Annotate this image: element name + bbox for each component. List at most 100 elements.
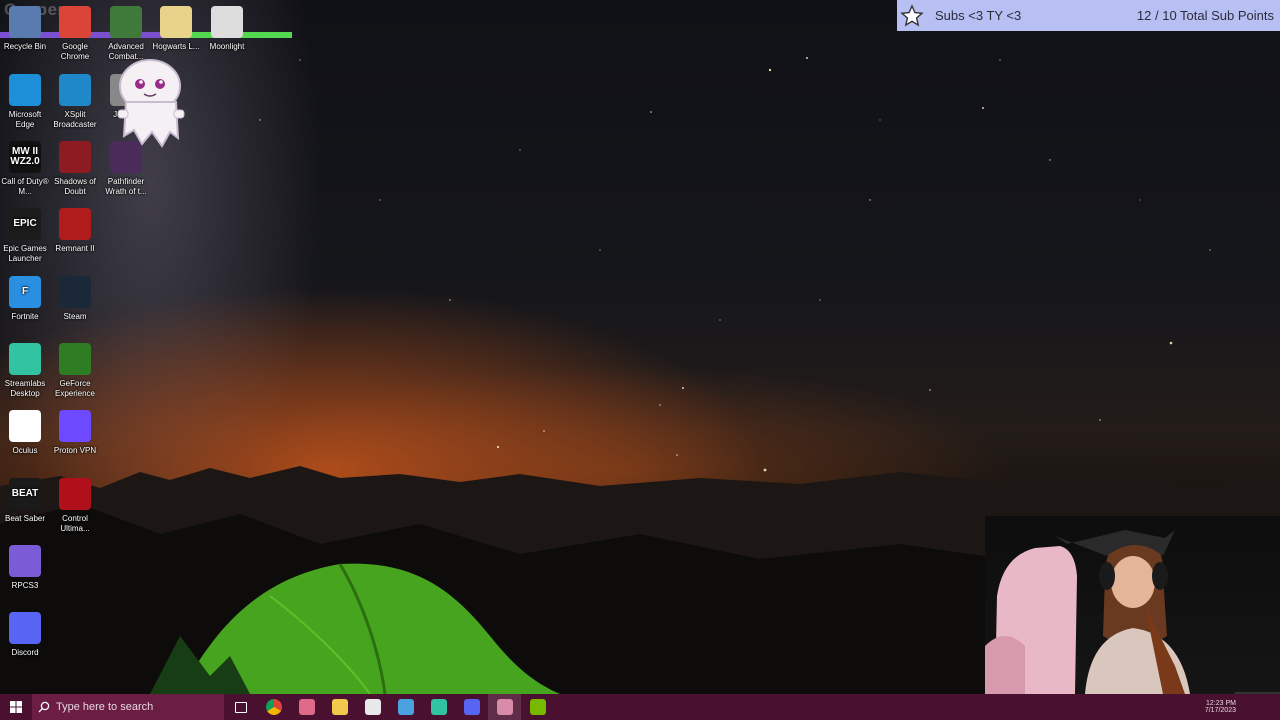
desktop-icon-google-chrome[interactable]: Google Chrome — [50, 6, 100, 62]
taskbar-nvidia-button[interactable] — [521, 694, 554, 720]
desktop-icon-label: Oculus — [12, 446, 38, 455]
advanced-combat-icon — [110, 6, 142, 38]
beat-saber-icon: BEAT — [9, 478, 41, 510]
taskbar-paint-app-button[interactable] — [290, 694, 323, 720]
desktop-icon-label: Google Chrome — [60, 42, 90, 61]
taskbar-file-explorer-button[interactable] — [323, 694, 356, 720]
desktop-icon-label: Streamlabs Desktop — [4, 379, 46, 398]
desktop-icon-label: Epic Games Launcher — [3, 244, 47, 263]
oculus-icon — [9, 410, 41, 442]
desktop-icon-label: Hogwarts L... — [152, 42, 200, 51]
taskbar-app-list — [224, 694, 554, 720]
desktop-icon-streamlabs-desktop[interactable]: Streamlabs Desktop — [0, 343, 50, 399]
star-icon — [897, 0, 927, 31]
shadows-of-doubt-icon — [59, 141, 91, 173]
desktop-icon-microsoft-edge[interactable]: Microsoft Edge — [0, 74, 50, 130]
desktop-icon-label: RPCS3 — [11, 581, 39, 590]
desktop-icon-steam[interactable]: Steam — [50, 276, 100, 322]
desktop-icon-proton-vpn[interactable]: Proton VPN — [50, 410, 100, 456]
desktop-icon-shadows-of-doubt[interactable]: Shadows of Doubt — [50, 141, 100, 197]
store-icon — [364, 699, 381, 715]
nvidia-icon — [529, 699, 546, 715]
steam-icon — [397, 699, 414, 715]
proton-vpn-icon — [59, 410, 91, 442]
google-chrome-icon — [59, 6, 91, 38]
desktop-icon-label: Proton VPN — [53, 446, 97, 455]
green-tent — [150, 563, 560, 694]
chrome-icon — [265, 699, 282, 715]
microsoft-edge-icon — [9, 74, 41, 106]
streamlabs-icon — [430, 699, 447, 715]
desktop-icon-discord[interactable]: Discord — [0, 612, 50, 658]
windows-taskbar: Type here to search 12:23 PM 7/17/2023 — [0, 694, 1280, 720]
desktop-icon-epic-games-launcher[interactable]: EPIC Epic Games Launcher — [0, 208, 50, 264]
desktop-icon-label: Discord — [11, 648, 39, 657]
fortnite-icon: F — [9, 276, 41, 308]
taskbar-chrome-button[interactable] — [257, 694, 290, 720]
start-button[interactable] — [0, 694, 32, 720]
desktop-icon-recycle-bin[interactable]: Recycle Bin — [0, 6, 50, 52]
taskbar-store-button[interactable] — [356, 694, 389, 720]
desktop-icon-label: Microsoft Edge — [8, 110, 42, 129]
desktop-icon-rpcs3[interactable]: RPCS3 — [0, 545, 50, 591]
taskbar-task-view-button[interactable] — [224, 694, 257, 720]
call-of-duty-icon: MW II WZ2.0 — [9, 141, 41, 173]
discord-icon — [9, 612, 41, 644]
notification-area[interactable] — [1236, 694, 1280, 720]
desktop-icon-beat-saber[interactable]: BEAT Beat Saber — [0, 478, 50, 524]
ghost-mascot-overlay — [117, 59, 185, 148]
paint-app-icon — [298, 699, 315, 715]
taskbar-streamlabs-button[interactable] — [422, 694, 455, 720]
sub-goal-target: / 10 Total Sub Points — [1154, 8, 1274, 23]
desktop-icon-hogwarts-legacy[interactable]: Hogwarts L... — [151, 6, 201, 52]
xsplit-broadcaster-icon — [59, 74, 91, 106]
desktop-icon-call-of-duty[interactable]: MW II WZ2.0 Call of Duty® M... — [0, 141, 50, 197]
desktop-icon-remnant-2[interactable]: Remnant II — [50, 208, 100, 254]
desktop-icon-label: Beat Saber — [4, 514, 46, 523]
sub-goal-count: 12 / 10 Total Sub Points — [1137, 8, 1274, 23]
desktop-icon-label: Call of Duty® M... — [1, 177, 49, 196]
discord-icon — [463, 699, 480, 715]
hogwarts-legacy-icon — [160, 6, 192, 38]
steam-icon — [59, 276, 91, 308]
sub-goal-current: 12 — [1136, 8, 1152, 23]
epic-games-launcher-icon: EPIC — [9, 208, 41, 240]
clock-time: 12:23 PM — [1206, 700, 1236, 707]
streamlabs-desktop-icon — [9, 343, 41, 375]
taskbar-steam-button[interactable] — [389, 694, 422, 720]
desktop-icon-label: XSplit Broadcaster — [53, 110, 97, 129]
sub-goal-title: Subs <3 TY <3 — [935, 8, 1022, 23]
clock-date: 7/17/2023 — [1204, 707, 1236, 714]
desktop-icon-label: Shadows of Doubt — [54, 177, 96, 196]
desktop-icon-label: Steam — [63, 312, 87, 321]
control-ultimate-icon — [59, 478, 91, 510]
desktop-icon-label: Remnant II — [55, 244, 95, 253]
taskbar-active-app-button[interactable] — [488, 694, 521, 720]
desktop-icon-oculus[interactable]: Oculus — [0, 410, 50, 456]
moonlight-icon — [211, 6, 243, 38]
search-placeholder: Type here to search — [56, 701, 154, 713]
recycle-bin-icon — [9, 6, 41, 38]
remnant-2-icon — [59, 208, 91, 240]
search-icon — [32, 701, 56, 713]
webcam-overlay — [985, 516, 1280, 694]
desktop-icon-label: Control Ultima... — [60, 514, 90, 533]
taskbar-search-box[interactable]: Type here to search — [32, 694, 224, 720]
desktop-icon-label: Moonlight — [209, 42, 245, 51]
sub-goal-widget: Subs <3 TY <3 12 / 10 Total Sub Points — [897, 0, 1280, 31]
taskbar-discord-button[interactable] — [455, 694, 488, 720]
windows-logo-icon — [10, 701, 22, 713]
desktop-icon-moonlight[interactable]: Moonlight — [202, 6, 252, 52]
file-explorer-icon — [331, 699, 348, 715]
desktop-icon-xsplit-broadcaster[interactable]: XSplit Broadcaster — [50, 74, 100, 130]
desktop-icon-label: Recycle Bin — [3, 42, 47, 51]
desktop-icon-geforce-experience[interactable]: GeForce Experience — [50, 343, 100, 399]
active-app-icon — [496, 699, 513, 715]
desktop-icon-control-ultimate[interactable]: Control Ultima... — [50, 478, 100, 534]
system-clock[interactable]: 12:23 PM 7/17/2023 — [1205, 694, 1236, 720]
desktop-icon-label: Pathfinder Wrath of t... — [105, 177, 147, 196]
rpcs3-icon — [9, 545, 41, 577]
task-view-icon — [234, 701, 247, 713]
desktop-icon-label: Fortnite — [11, 312, 39, 321]
desktop-icon-fortnite[interactable]: F Fortnite — [0, 276, 50, 322]
